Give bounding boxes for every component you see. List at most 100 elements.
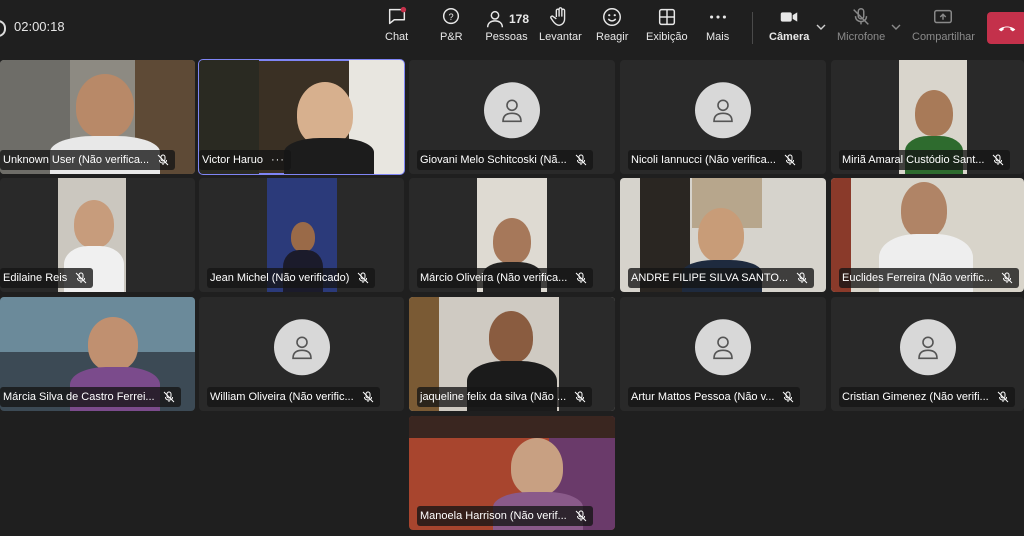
participant-video — [297, 82, 353, 146]
people-icon — [486, 10, 504, 27]
microphone-muted-icon — [75, 272, 87, 284]
participant-tile[interactable]: Miriã Amaral Custódio Sant... — [831, 60, 1024, 174]
hang-up-icon — [998, 26, 1016, 32]
smile-icon — [603, 8, 622, 26]
participant-name-label: Artur Mattos Pessoa (Não v... — [628, 387, 801, 407]
participant-tile[interactable]: Edilaine Reis — [0, 178, 195, 292]
participant-name-label: Márcia Silva de Castro Ferrei... — [0, 387, 181, 407]
participant-video — [489, 311, 533, 363]
participant-name-label: Miriã Amaral Custódio Sant... — [839, 150, 1011, 170]
participant-name-label: jaqueline felix da silva (Não ... — [417, 387, 593, 407]
participant-name-label: Manoela Harrison (Não verif... — [417, 506, 593, 526]
participant-tile[interactable]: Márcio Oliveira (Não verifica... — [409, 178, 615, 292]
microphone-muted-icon — [575, 510, 587, 522]
microphone-button[interactable]: Microfone — [837, 6, 885, 52]
participant-video — [88, 317, 138, 371]
avatar — [695, 82, 751, 139]
camera-button[interactable]: Câmera — [769, 6, 809, 52]
participant-tile[interactable]: Unknown User (Não verifica... — [0, 60, 195, 174]
participant-tile[interactable]: Cristian Gimenez (Não verifi... — [831, 297, 1024, 411]
participant-video — [901, 182, 947, 238]
participant-video — [915, 90, 953, 136]
qa-icon: ? — [443, 8, 460, 25]
participant-tile[interactable]: Giovani Melo Schitcoski (Nã... — [409, 60, 615, 174]
meeting-toolbar: 02:00:18 Chat ? P&R 178 Pessoas Levantar… — [0, 0, 1024, 58]
participant-name-label: Jean Michel (Não verificado) — [207, 268, 376, 288]
microphone-muted-icon — [574, 391, 586, 403]
person-icon — [291, 336, 312, 360]
microphone-muted-icon — [575, 272, 587, 284]
participant-tile[interactable]: jaqueline felix da silva (Não ... — [409, 297, 615, 411]
participant-name-label: Victor Haruo ··· — [199, 150, 291, 170]
microphone-muted-icon — [853, 8, 869, 25]
share-button[interactable]: Compartilhar — [912, 6, 975, 52]
participant-video — [291, 222, 315, 252]
participant-name-label: Márcio Oliveira (Não verifica... — [417, 268, 594, 288]
microphone-muted-icon — [163, 391, 174, 403]
participant-tile[interactable]: Jean Michel (Não verificado) — [199, 178, 404, 292]
meeting-timer: 02:00:18 — [14, 19, 65, 34]
grid-icon — [658, 8, 675, 26]
avatar — [899, 319, 956, 376]
participant-tile[interactable]: Victor Haruo ··· — [198, 59, 405, 175]
microphone-muted-icon — [997, 391, 1009, 403]
view-button[interactable]: Exibição — [646, 6, 688, 52]
microphone-muted-icon — [783, 391, 794, 403]
raise-hand-button[interactable]: Levantar — [539, 6, 582, 52]
participant-tile[interactable]: Manoela Harrison (Não verif... — [409, 416, 615, 530]
chat-button[interactable]: Chat — [385, 6, 408, 52]
person-icon — [713, 336, 733, 360]
microphone-muted-icon — [358, 272, 369, 284]
participant-tile[interactable]: Márcia Silva de Castro Ferrei... — [0, 297, 195, 411]
participant-tile[interactable]: Artur Mattos Pessoa (Não v... — [620, 297, 826, 411]
microphone-muted-icon — [993, 154, 1004, 166]
chat-icon — [388, 6, 406, 25]
avatar — [273, 319, 330, 376]
participant-name-label: Edilaine Reis — [0, 268, 94, 288]
hand-icon — [550, 7, 566, 26]
microphone-muted-icon — [784, 154, 796, 166]
camera-options-chevron-icon[interactable] — [816, 22, 826, 32]
participant-name-label: Cristian Gimenez (Não verifi... — [839, 387, 1015, 407]
person-icon — [917, 336, 938, 360]
microphone-muted-icon — [1001, 272, 1013, 284]
person-icon — [713, 99, 733, 123]
qa-button[interactable]: ? P&R — [440, 6, 463, 52]
microphone-options-chevron-icon[interactable] — [891, 22, 901, 32]
react-button[interactable]: Reagir — [596, 6, 628, 52]
participant-video — [511, 438, 563, 496]
participant-name-label: Nicoli Iannucci (Não verifica... — [628, 150, 802, 170]
participant-name-label: ANDRE FILIPE SILVA SANTO... — [628, 268, 815, 288]
leave-button[interactable] — [987, 12, 1024, 44]
recording-indicator-icon — [0, 20, 6, 37]
microphone-muted-icon — [796, 272, 808, 284]
participant-tile[interactable]: William Oliveira (Não verific... — [199, 297, 404, 411]
people-button[interactable]: 178 Pessoas — [484, 6, 529, 52]
participant-video — [74, 200, 114, 248]
participant-video — [76, 74, 134, 138]
participant-video — [493, 218, 531, 264]
participant-name-label: Euclides Ferreira (Não verific... — [839, 268, 1019, 288]
microphone-muted-icon — [157, 154, 169, 166]
more-icon — [709, 15, 726, 19]
avatar — [484, 82, 540, 139]
camera-icon — [780, 12, 798, 22]
participant-name-label: Giovani Melo Schitcoski (Nã... — [417, 150, 593, 170]
participant-name-label: William Oliveira (Não verific... — [207, 387, 380, 407]
microphone-muted-icon — [575, 154, 587, 166]
more-button[interactable]: Mais — [706, 6, 729, 52]
participant-name-label: Unknown User (Não verifica... — [0, 150, 176, 170]
share-screen-icon — [934, 9, 953, 24]
svg-text:?: ? — [449, 12, 454, 22]
participant-tile[interactable]: Nicoli Iannucci (Não verifica... — [620, 60, 826, 174]
participant-tile[interactable]: ANDRE FILIPE SILVA SANTO... — [620, 178, 826, 292]
microphone-muted-icon — [362, 391, 373, 403]
avatar — [695, 319, 751, 376]
participant-video — [284, 138, 374, 174]
participant-options-icon[interactable]: ··· — [271, 154, 285, 166]
toolbar-divider — [752, 12, 753, 44]
person-icon — [502, 99, 522, 123]
participant-tile[interactable]: Euclides Ferreira (Não verific... — [831, 178, 1024, 292]
people-count: 178 — [509, 11, 530, 26]
participant-video — [698, 208, 744, 262]
